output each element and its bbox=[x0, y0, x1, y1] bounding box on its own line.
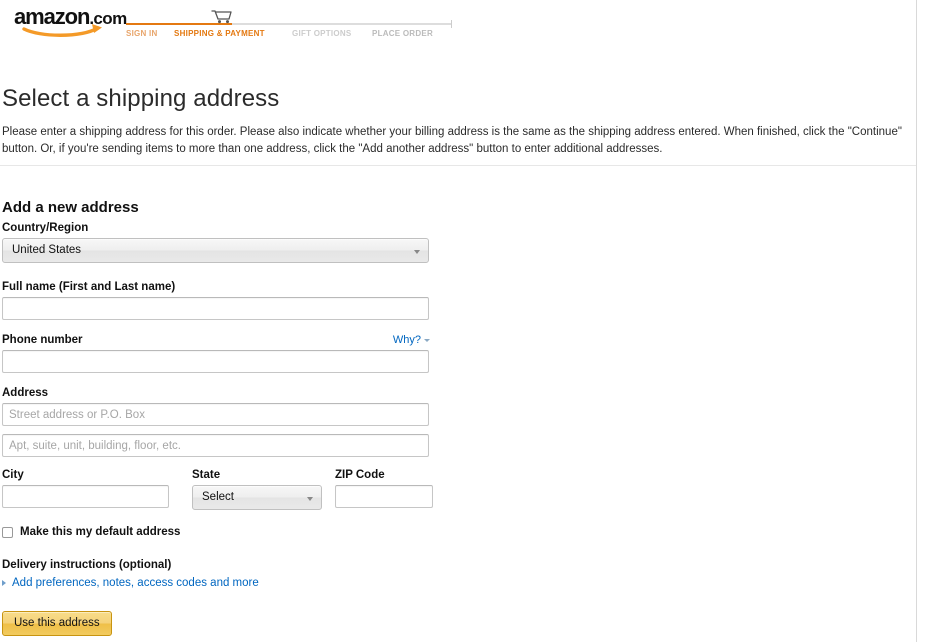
full-name-input[interactable] bbox=[2, 297, 429, 320]
shopping-cart-icon bbox=[210, 8, 234, 24]
section-title-add-new-address: Add a new address bbox=[2, 199, 139, 217]
phone-why-link[interactable]: Why? bbox=[393, 334, 430, 346]
progress-step-labels: SIGN IN SHIPPING & PAYMENT GIFT OPTIONS … bbox=[126, 29, 452, 41]
progress-track bbox=[126, 20, 452, 28]
amazon-logo[interactable]: amazon.com bbox=[14, 6, 127, 40]
checkout-progress-bar: SIGN IN SHIPPING & PAYMENT GIFT OPTIONS … bbox=[126, 8, 452, 40]
amazon-smile-swoosh-icon bbox=[22, 23, 106, 37]
page-title: Select a shipping address bbox=[2, 85, 280, 113]
chevron-right-icon bbox=[2, 580, 6, 586]
field-group-state: State Select bbox=[192, 469, 324, 510]
field-group-phone: Phone number Why? bbox=[2, 334, 442, 373]
progress-track-endcap bbox=[451, 20, 452, 28]
new-address-form: Country/Region United States Full name (… bbox=[2, 222, 442, 636]
progress-step-place-order: PLACE ORDER bbox=[372, 29, 433, 38]
field-group-country: Country/Region United States bbox=[2, 222, 442, 263]
use-this-address-button[interactable]: Use this address bbox=[2, 611, 112, 636]
default-address-label: Make this my default address bbox=[20, 526, 181, 538]
field-group-zip: ZIP Code bbox=[335, 469, 434, 508]
address-line2-input[interactable] bbox=[2, 434, 429, 457]
chevron-down-icon bbox=[414, 250, 420, 254]
progress-step-sign-in[interactable]: SIGN IN bbox=[126, 29, 158, 38]
progress-step-shipping-and-payment[interactable]: SHIPPING & PAYMENT bbox=[174, 29, 265, 38]
full-name-label: Full name (First and Last name) bbox=[2, 281, 176, 293]
progress-step-gift-options: GIFT OPTIONS bbox=[292, 29, 352, 38]
country-select-value: United States bbox=[12, 244, 82, 256]
city-input[interactable] bbox=[2, 485, 169, 508]
field-group-address: Address bbox=[2, 387, 442, 457]
address-line2-wrapper bbox=[2, 434, 442, 457]
state-select[interactable]: Select bbox=[192, 485, 322, 510]
progress-track-remaining bbox=[232, 23, 452, 25]
delivery-instructions-group: Delivery instructions (optional) Add pre… bbox=[2, 559, 442, 589]
section-divider bbox=[0, 165, 916, 166]
phone-why-label: Why? bbox=[392, 334, 421, 346]
country-select[interactable]: United States bbox=[2, 238, 429, 263]
zip-input[interactable] bbox=[335, 485, 433, 508]
chevron-down-icon bbox=[424, 338, 430, 342]
default-address-row[interactable]: Make this my default address bbox=[2, 523, 442, 541]
page-intro-text: Please enter a shipping address for this… bbox=[2, 125, 902, 155]
phone-label: Phone number bbox=[2, 334, 83, 346]
country-label: Country/Region bbox=[2, 222, 89, 234]
chevron-down-icon bbox=[307, 497, 313, 501]
phone-input[interactable] bbox=[2, 350, 429, 373]
delivery-instructions-expander-label: Add preferences, notes, access codes and… bbox=[12, 577, 259, 589]
submit-row: Use this address bbox=[2, 611, 442, 636]
city-label: City bbox=[2, 469, 24, 481]
delivery-instructions-expander[interactable]: Add preferences, notes, access codes and… bbox=[2, 577, 442, 589]
state-label: State bbox=[192, 469, 221, 481]
field-group-city-state-zip: City State Select ZIP Code bbox=[2, 469, 442, 517]
field-group-full-name: Full name (First and Last name) bbox=[2, 281, 442, 320]
state-select-value: Select bbox=[202, 491, 234, 503]
field-group-city: City bbox=[2, 469, 172, 508]
address-line1-input[interactable] bbox=[2, 403, 429, 426]
default-address-checkbox[interactable] bbox=[2, 526, 13, 538]
checkout-page: amazon.com SIGN IN SHIPPING & PAYMENT GI… bbox=[0, 0, 917, 642]
zip-label: ZIP Code bbox=[335, 469, 385, 481]
delivery-instructions-label: Delivery instructions (optional) bbox=[2, 559, 172, 571]
address-label: Address bbox=[2, 387, 49, 399]
site-header: amazon.com SIGN IN SHIPPING & PAYMENT GI… bbox=[0, 0, 916, 46]
